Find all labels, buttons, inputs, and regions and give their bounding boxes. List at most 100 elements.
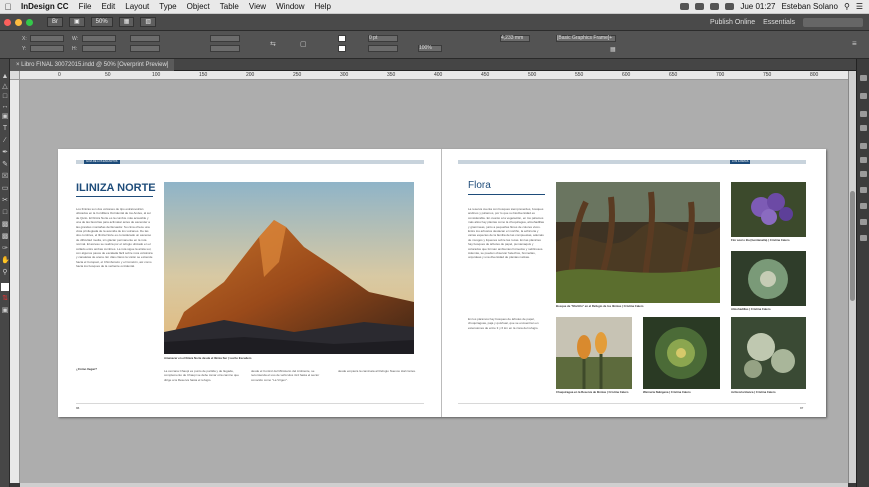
content-collector-icon[interactable]: ▣	[1, 113, 9, 121]
height-field[interactable]	[82, 45, 116, 52]
stroke-swatch[interactable]	[338, 45, 346, 52]
opacity-field[interactable]: 100%	[418, 45, 442, 52]
wifi-icon[interactable]	[710, 3, 720, 10]
vertical-scrollbar[interactable]	[848, 71, 856, 483]
workspace-switcher[interactable]: Essentials	[763, 19, 795, 26]
menu-type[interactable]: Type	[154, 2, 181, 11]
menu-layout[interactable]: Layout	[120, 2, 154, 11]
menu-view[interactable]: View	[244, 2, 271, 11]
rotation-field[interactable]	[210, 35, 240, 42]
mortino-forest-photo[interactable]	[556, 182, 720, 303]
line-tool-icon[interactable]: ∕	[1, 137, 9, 145]
rectangle-frame-tool-icon[interactable]: ☒	[1, 173, 9, 181]
ruler-tick-label: 300	[340, 72, 349, 78]
user-name[interactable]: Esteban Solano	[781, 2, 838, 11]
page-tool-icon[interactable]: □	[1, 93, 9, 101]
scissors-tool-icon[interactable]: ✂	[1, 197, 9, 205]
ruler-origin[interactable]	[10, 71, 20, 80]
view-options-button[interactable]: ▦	[118, 17, 135, 27]
pen-tool-icon[interactable]: ✒	[1, 149, 9, 157]
horizontal-ruler[interactable]: 0 50 100 150 200 250 300 350 400 450 500 550 600 650 7…	[20, 71, 865, 80]
chuquiragua-photo[interactable]	[556, 317, 632, 389]
minimize-window-button[interactable]	[15, 18, 22, 26]
publish-online-button[interactable]: Publish Online	[710, 19, 755, 26]
page-spread[interactable]: GUIA DE LOS ENCANTOS ILINIZA NORTE Los I…	[58, 149, 826, 417]
menu-app-name[interactable]: InDesign CC	[16, 2, 74, 11]
fill-color-icon[interactable]	[1, 283, 9, 291]
achicoria-photo[interactable]	[731, 317, 806, 389]
horizontal-scrollbar[interactable]	[20, 483, 848, 487]
gap-field[interactable]: 4,233 mm	[500, 35, 530, 42]
close-window-button[interactable]	[4, 18, 11, 26]
character-panel-icon[interactable]	[860, 187, 867, 193]
vertical-ruler[interactable]	[10, 80, 20, 483]
stroke-type-select[interactable]	[368, 45, 398, 52]
y-field[interactable]	[30, 45, 64, 52]
eyedropper-tool-icon[interactable]: ✑	[1, 245, 9, 253]
scale-x-field[interactable]	[130, 35, 160, 42]
gap-tool-icon[interactable]: ↔	[1, 103, 9, 111]
clock[interactable]: Jue 01:27	[740, 2, 775, 11]
panel-menu-icon[interactable]: ≡	[852, 39, 857, 48]
fill-swatch[interactable]	[338, 35, 346, 42]
color-panel-icon[interactable]	[860, 171, 867, 177]
paragraph-panel-icon[interactable]	[860, 203, 867, 209]
creative-cloud-icon[interactable]	[680, 3, 690, 10]
links-panel-icon[interactable]	[860, 125, 867, 131]
menu-edit[interactable]: Edit	[96, 2, 120, 11]
document-tab[interactable]: × Libro FINAL 30072015.indd @ 50% [Overp…	[10, 58, 175, 71]
werneria-photo[interactable]	[643, 317, 720, 389]
properties-panel-icon[interactable]	[860, 75, 867, 81]
arrange-documents-button[interactable]: ▧	[140, 17, 157, 27]
stroke-weight-field[interactable]: 0 pt	[368, 35, 398, 42]
flip-icon[interactable]: ⇆	[270, 40, 276, 48]
menu-table[interactable]: Table	[215, 2, 244, 11]
layers-panel-icon[interactable]	[860, 111, 867, 117]
zoom-level-select[interactable]: 50%	[90, 17, 113, 27]
view-mode-icon[interactable]: ▣	[1, 307, 9, 315]
menu-window[interactable]: Window	[271, 2, 309, 11]
gentianella-photo[interactable]	[731, 182, 806, 237]
spotlight-icon[interactable]: ⚲	[844, 2, 850, 11]
bridge-button[interactable]: Br	[47, 17, 63, 27]
note-tool-icon[interactable]: ▩	[1, 233, 9, 241]
pages-panel-icon[interactable]	[860, 93, 867, 99]
direct-selection-tool-icon[interactable]: △	[1, 83, 9, 91]
screen-mode-button[interactable]: ▣	[69, 17, 85, 27]
iliniza-norte-photo[interactable]	[164, 182, 414, 354]
pencil-tool-icon[interactable]: ✎	[1, 161, 9, 169]
apple-menu-icon[interactable]: 	[0, 2, 16, 12]
shear-field[interactable]	[210, 45, 240, 52]
type-tool-icon[interactable]: T	[1, 125, 9, 133]
width-field[interactable]	[82, 35, 116, 42]
select-container-icon[interactable]: ▢	[300, 40, 307, 48]
volume-icon[interactable]	[725, 3, 735, 10]
almohadillas-photo[interactable]	[731, 251, 806, 306]
swap-fill-stroke-icon[interactable]: ⇅	[1, 295, 9, 303]
x-field[interactable]	[30, 35, 64, 42]
ruler-tick-label: 550	[575, 72, 584, 78]
zoom-tool-icon[interactable]: ⚲	[1, 269, 9, 277]
menu-object[interactable]: Object	[182, 2, 215, 11]
stroke-panel-icon[interactable]	[860, 143, 867, 149]
swatches-panel-icon[interactable]	[860, 157, 867, 163]
scale-y-field[interactable]	[130, 45, 160, 52]
text-wrap-panel-icon[interactable]	[860, 219, 867, 225]
align-panel-icon[interactable]	[860, 235, 867, 241]
body-column-2: En los páramos hay bosques de árboles de…	[468, 317, 539, 330]
rectangle-tool-icon[interactable]: ▭	[1, 185, 9, 193]
photo-caption: Flor azul o lila (Gentianella) | Cristin…	[731, 239, 790, 242]
object-style-select[interactable]: [Basic Graphics Frame]+	[556, 35, 616, 42]
sync-icon[interactable]	[695, 3, 705, 10]
gradient-tool-icon[interactable]: ▩	[1, 221, 9, 229]
scroll-thumb[interactable]	[850, 191, 855, 301]
menu-file[interactable]: File	[74, 2, 97, 11]
zoom-window-button[interactable]	[26, 18, 33, 26]
adobe-stock-search[interactable]	[803, 17, 863, 27]
fitting-options-icon[interactable]: ▦	[610, 46, 616, 53]
free-transform-tool-icon[interactable]: □	[1, 209, 9, 217]
notification-center-icon[interactable]: ☰	[856, 2, 863, 11]
selection-tool-icon[interactable]: ▲	[1, 73, 9, 81]
menu-help[interactable]: Help	[310, 2, 336, 11]
hand-tool-icon[interactable]: ✋	[1, 257, 10, 265]
